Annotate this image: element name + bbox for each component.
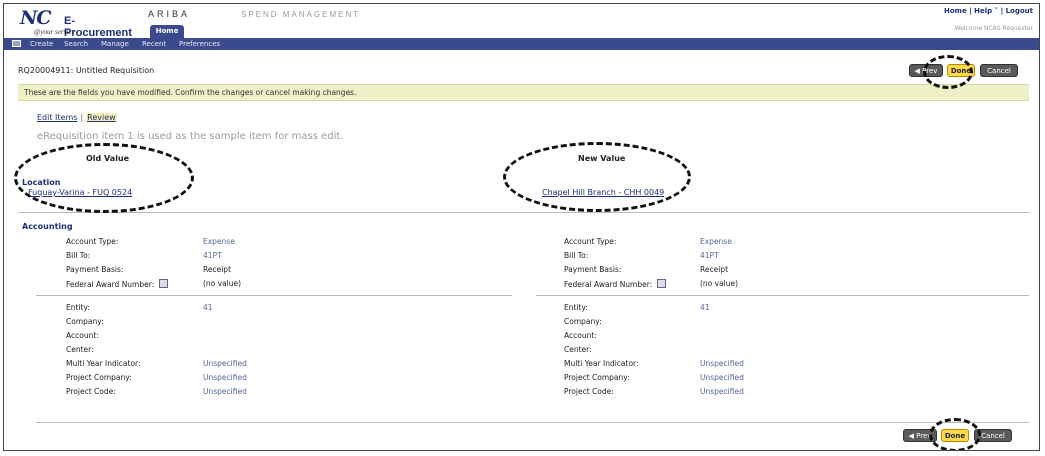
old-center-label: Center: bbox=[66, 345, 94, 354]
info-icon[interactable] bbox=[657, 279, 667, 288]
new-project-code-label: Project Code: bbox=[564, 387, 614, 396]
old-project-company-value: Unspecified bbox=[203, 373, 247, 382]
modification-notice: These are the fields you have modified. … bbox=[18, 84, 1029, 101]
nc-eprocurement-logo: NC E-Procurement @your service bbox=[20, 7, 132, 39]
nav-manage[interactable]: Manage bbox=[101, 40, 129, 48]
new-bill-to-label: Bill To: bbox=[564, 251, 589, 260]
old-federal-award-value: (no value) bbox=[203, 279, 242, 288]
new-federal-award-row: Federal Award Number: bbox=[564, 279, 667, 289]
old-bill-to-label: Bill To: bbox=[66, 251, 91, 260]
app-frame: NC E-Procurement @your service ARIBA SPE… bbox=[3, 3, 1040, 451]
done-highlight-ellipse-top bbox=[923, 55, 973, 89]
nav-recent[interactable]: Recent bbox=[142, 40, 166, 48]
edit-items-link[interactable]: Edit Items bbox=[37, 113, 77, 122]
tab-home[interactable]: Home bbox=[150, 25, 184, 38]
spend-management-label: SPEND MANAGEMENT bbox=[241, 10, 361, 19]
new-multi-year-label: Multi Year Indicator: bbox=[564, 359, 639, 368]
old-payment-basis-label: Payment Basis: bbox=[66, 265, 124, 274]
new-payment-basis-label: Payment Basis: bbox=[564, 265, 622, 274]
old-account-label: Account: bbox=[66, 331, 99, 340]
requisition-header: RQ20004911: Untitled Requisition ◀ Prev … bbox=[18, 56, 1029, 80]
new-project-company-label: Project Company: bbox=[564, 373, 630, 382]
old-payment-basis-value: Receipt bbox=[203, 265, 232, 274]
new-project-code-value: Unspecified bbox=[700, 387, 744, 396]
new-multi-year-value: Unspecified bbox=[700, 359, 744, 368]
new-account-type-value: Expense bbox=[700, 237, 732, 246]
footer-divider bbox=[36, 422, 1029, 423]
breadcrumb-separator: | bbox=[80, 113, 84, 122]
top-header: NC E-Procurement @your service ARIBA SPE… bbox=[4, 4, 1039, 39]
logout-link[interactable]: Logout bbox=[1006, 7, 1033, 15]
nav-create[interactable]: Create bbox=[30, 40, 53, 48]
new-center-label: Center: bbox=[564, 345, 592, 354]
done-highlight-ellipse-bottom bbox=[929, 418, 981, 450]
help-link[interactable]: Help bbox=[974, 7, 992, 15]
new-entity-label: Entity: bbox=[564, 303, 588, 312]
sample-item-note: eRequisition item 1 is used as the sampl… bbox=[37, 131, 344, 142]
new-group-divider bbox=[536, 295, 1029, 296]
home-link[interactable]: Home bbox=[944, 7, 967, 15]
nav-search[interactable]: Search bbox=[64, 40, 88, 48]
nav-preferences[interactable]: Preferences bbox=[179, 40, 220, 48]
new-project-company-value: Unspecified bbox=[700, 373, 744, 382]
new-company-label: Company: bbox=[564, 317, 602, 326]
new-account-type-label: Account Type: bbox=[564, 237, 617, 246]
new-entity-value: 41 bbox=[700, 303, 710, 312]
accounting-label: Accounting bbox=[22, 222, 73, 231]
review-step[interactable]: Review bbox=[86, 113, 117, 122]
new-federal-award-label: Federal Award Number: bbox=[564, 280, 653, 289]
old-bill-to-value: 41PT bbox=[203, 251, 222, 260]
welcome-text: Welcome NCAS Requester bbox=[954, 25, 1033, 32]
cancel-button[interactable]: Cancel bbox=[980, 64, 1018, 77]
old-multi-year-value: Unspecified bbox=[203, 359, 247, 368]
old-value-highlight-ellipse bbox=[14, 143, 194, 213]
new-federal-award-value: (no value) bbox=[700, 279, 739, 288]
new-bill-to-value: 41PT bbox=[700, 251, 719, 260]
old-account-type-value: Expense bbox=[203, 237, 235, 246]
top-links: Home | Help ˅ | Logout bbox=[944, 7, 1033, 15]
old-project-company-label: Project Company: bbox=[66, 373, 132, 382]
section-divider bbox=[18, 212, 1029, 213]
requisition-title: RQ20004911: Untitled Requisition bbox=[18, 66, 155, 75]
logo-main: NC bbox=[20, 7, 51, 29]
old-group-divider bbox=[36, 295, 512, 296]
new-account-label: Account: bbox=[564, 331, 597, 340]
main-nav: Create Search Manage Recent Preferences bbox=[4, 38, 1039, 50]
old-federal-award-label: Federal Award Number: bbox=[66, 280, 155, 289]
logo-tagline: @your service bbox=[34, 28, 75, 36]
old-federal-award-row: Federal Award Number: bbox=[66, 279, 169, 289]
info-icon[interactable] bbox=[159, 279, 169, 288]
old-entity-value: 41 bbox=[203, 303, 213, 312]
old-multi-year-label: Multi Year Indicator: bbox=[66, 359, 141, 368]
breadcrumb: Edit Items | Review bbox=[37, 113, 117, 122]
old-entity-label: Entity: bbox=[66, 303, 90, 312]
old-company-label: Company: bbox=[66, 317, 104, 326]
old-project-code-label: Project Code: bbox=[66, 387, 116, 396]
old-project-code-value: Unspecified bbox=[203, 387, 247, 396]
new-payment-basis-value: Receipt bbox=[700, 265, 729, 274]
nav-menu-icon[interactable] bbox=[12, 40, 21, 47]
new-value-highlight-ellipse bbox=[503, 142, 691, 212]
old-account-type-label: Account Type: bbox=[66, 237, 119, 246]
ariba-logo: ARIBA bbox=[148, 9, 191, 19]
